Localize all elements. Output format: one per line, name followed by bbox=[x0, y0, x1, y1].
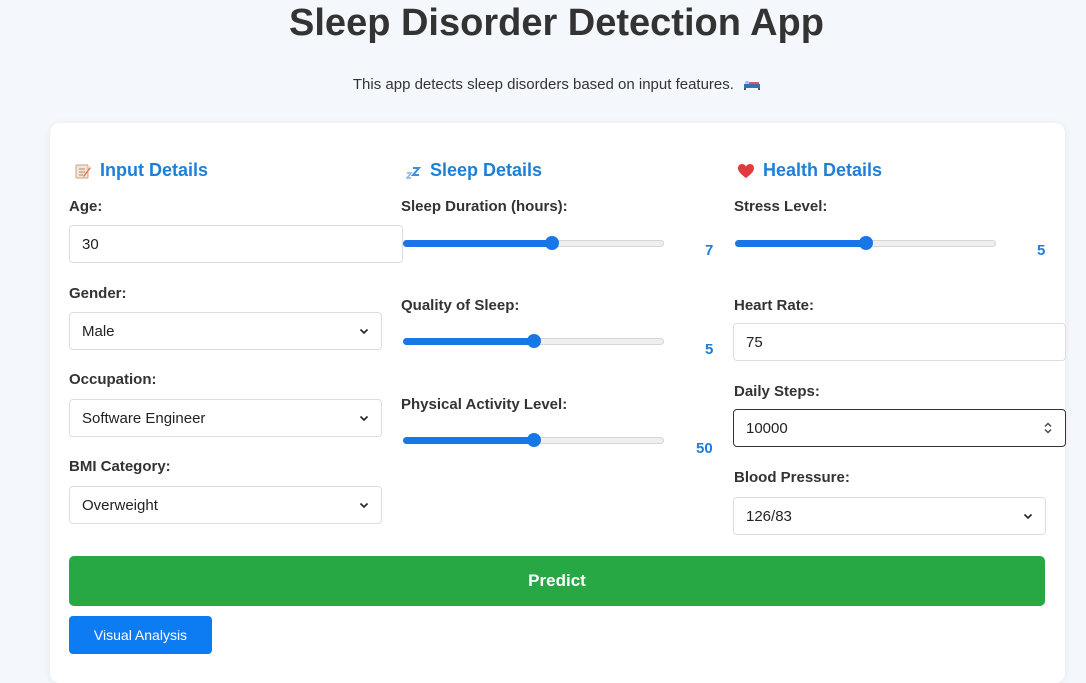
sleep-duration-label: Sleep Duration (hours): bbox=[401, 198, 568, 215]
health-details-heading: Health Details bbox=[737, 160, 882, 181]
blood-pressure-value: 126/83 bbox=[746, 507, 792, 525]
chevron-down-icon bbox=[359, 328, 369, 335]
chevron-down-icon bbox=[359, 502, 369, 509]
memo-icon bbox=[75, 164, 91, 178]
stress-value: 5 bbox=[1037, 242, 1046, 259]
heart-rate-label: Heart Rate: bbox=[734, 297, 815, 314]
slider-fill bbox=[735, 240, 866, 247]
slider-thumb[interactable] bbox=[527, 334, 541, 348]
slider-thumb[interactable] bbox=[545, 236, 559, 250]
gender-label: Gender: bbox=[69, 285, 127, 302]
sleep-duration-value: 7 bbox=[705, 242, 714, 259]
quality-label: Quality of Sleep: bbox=[401, 297, 520, 314]
activity-label: Physical Activity Level: bbox=[401, 396, 568, 413]
input-details-heading: Input Details bbox=[74, 160, 208, 181]
gender-select[interactable]: Male bbox=[69, 312, 382, 350]
stress-slider[interactable] bbox=[735, 236, 996, 250]
visual-analysis-button[interactable]: Visual Analysis bbox=[69, 616, 212, 654]
activity-slider[interactable] bbox=[403, 433, 664, 447]
page-subtitle: This app detects sleep disorders based o… bbox=[0, 76, 1086, 93]
daily-steps-input[interactable]: 10000 bbox=[733, 409, 1066, 447]
age-input[interactable]: 30 bbox=[69, 225, 403, 263]
slider-thumb[interactable] bbox=[527, 433, 541, 447]
blood-pressure-label: Blood Pressure: bbox=[734, 469, 850, 486]
heart-icon bbox=[738, 163, 754, 178]
daily-steps-value: 10000 bbox=[746, 419, 788, 437]
activity-value: 50 bbox=[696, 440, 713, 457]
quality-value: 5 bbox=[705, 341, 714, 358]
age-value: 30 bbox=[82, 235, 99, 253]
health-details-title: Health Details bbox=[763, 160, 883, 180]
chevron-down-icon bbox=[359, 415, 369, 422]
age-label: Age: bbox=[69, 198, 103, 215]
daily-steps-label: Daily Steps: bbox=[734, 383, 820, 400]
slider-fill bbox=[403, 338, 534, 345]
slider-fill bbox=[403, 437, 534, 444]
chevron-down-icon bbox=[1023, 513, 1033, 520]
quality-slider[interactable] bbox=[403, 334, 664, 348]
page-title: Sleep Disorder Detection App bbox=[289, 2, 824, 44]
predict-button[interactable]: Predict bbox=[69, 556, 1045, 606]
bmi-label: BMI Category: bbox=[69, 458, 171, 475]
zzz-icon bbox=[405, 166, 422, 179]
spinner-arrows-icon[interactable] bbox=[1043, 421, 1053, 435]
sleep-details-title: Sleep Details bbox=[430, 160, 543, 180]
gender-value: Male bbox=[82, 322, 115, 340]
stress-label: Stress Level: bbox=[734, 198, 828, 215]
occupation-select[interactable]: Software Engineer bbox=[69, 399, 382, 437]
subtitle-text: This app detects sleep disorders based o… bbox=[352, 76, 734, 93]
occupation-label: Occupation: bbox=[69, 371, 157, 388]
heart-rate-value: 75 bbox=[746, 333, 763, 351]
bed-icon bbox=[744, 81, 761, 91]
slider-thumb[interactable] bbox=[859, 236, 873, 250]
input-details-title: Input Details bbox=[100, 160, 209, 180]
sleep-details-heading: Sleep Details bbox=[404, 160, 542, 181]
occupation-value: Software Engineer bbox=[82, 409, 206, 427]
bmi-select[interactable]: Overweight bbox=[69, 486, 382, 524]
blood-pressure-select[interactable]: 126/83 bbox=[733, 497, 1046, 535]
sleep-duration-slider[interactable] bbox=[403, 236, 664, 250]
slider-fill bbox=[403, 240, 552, 247]
bmi-value: Overweight bbox=[82, 496, 158, 514]
heart-rate-input[interactable]: 75 bbox=[733, 323, 1066, 361]
